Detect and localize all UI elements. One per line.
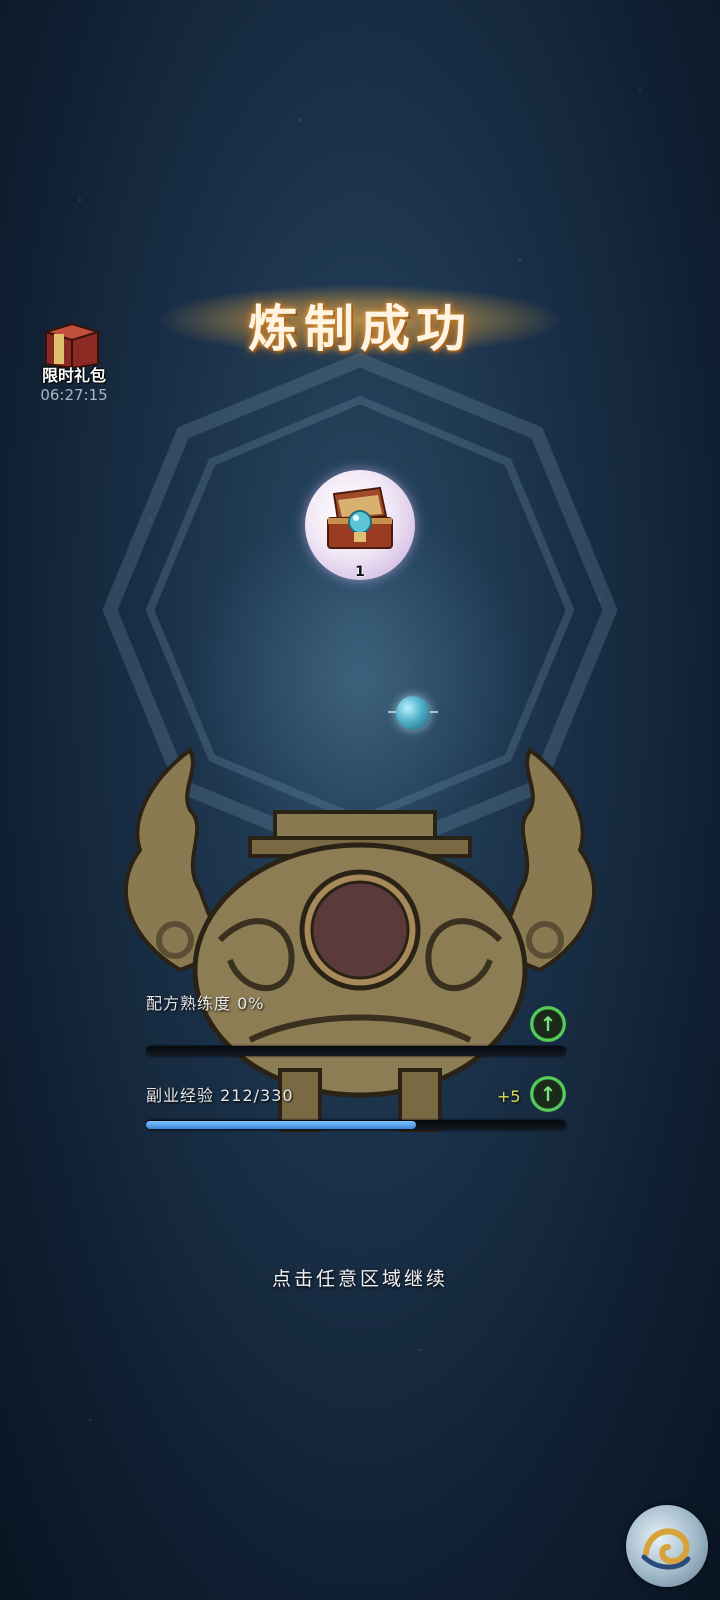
item-count: 1 [355,564,365,580]
reward-item-slot[interactable]: 1 [305,470,415,580]
proficiency-upgrade-button[interactable]: ↑ [530,1006,566,1042]
level-up-arrow-icon: ↑ [539,1082,557,1106]
side-exp-upgrade-button[interactable]: ↑ [530,1076,566,1112]
corner-menu-button[interactable] [626,1505,708,1587]
proficiency-bar [146,1046,566,1056]
proficiency-stat: 配方熟练度 0% [146,990,265,1014]
spirit-orb [396,696,430,730]
tap-to-continue-hint[interactable]: 点击任意区域继续 [0,1264,720,1291]
side-exp-label: 副业经验 [146,1086,215,1105]
success-banner: 炼制成功 [160,275,560,365]
side-exp-value: 212/330 [220,1086,294,1105]
proficiency-label: 配方熟练度 [146,994,232,1013]
proficiency-value: 0% [237,994,265,1013]
result-title: 炼制成功 [248,299,472,358]
limited-gift-pack-button[interactable]: 限时礼包 06:27:15 [34,320,114,410]
gift-pack-timer: 06:27:15 [40,386,108,404]
swirl-emblem-icon [641,1528,691,1570]
treasure-chest-icon [327,486,393,549]
side-exp-bar-fill [146,1121,416,1129]
side-exp-bar [146,1120,566,1130]
side-exp-bonus: +5 [497,1087,521,1106]
side-exp-stat: 副业经验 212/330 [146,1082,294,1106]
level-up-arrow-icon: ↑ [539,1012,557,1036]
gift-pack-label: 限时礼包 [41,366,106,385]
